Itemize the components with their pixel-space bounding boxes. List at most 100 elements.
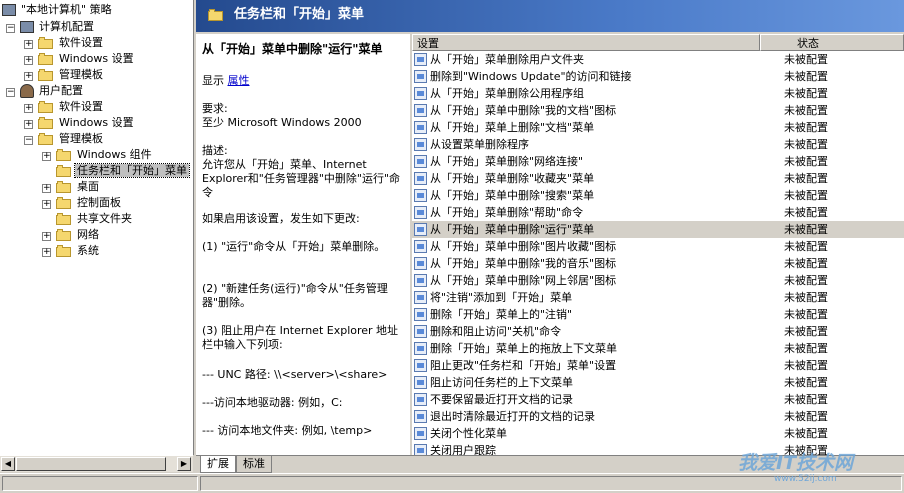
policy-setting-icon: [414, 393, 427, 406]
setting-state: 未被配置: [784, 291, 828, 304]
policy-setting-icon: [414, 172, 427, 185]
expand-icon[interactable]: +: [24, 104, 33, 113]
setting-row[interactable]: 从「开始」菜单中删除"我的音乐"图标 未被配置: [412, 255, 904, 272]
setting-state: 未被配置: [784, 240, 828, 253]
expand-icon[interactable]: +: [42, 184, 51, 193]
tree-root[interactable]: "本地计算机" 策略: [2, 2, 114, 18]
tree-item-user-windows-settings[interactable]: Windows 设置: [38, 115, 136, 131]
setting-row[interactable]: 删除和阻止访问"关机"命令 未被配置: [412, 323, 904, 340]
tree-item-system[interactable]: 系统: [56, 243, 101, 259]
column-header-setting[interactable]: 设置: [412, 34, 760, 51]
setting-row[interactable]: 从「开始」菜单中删除"搜索"菜单 未被配置: [412, 187, 904, 204]
setting-row[interactable]: 从「开始」菜单删除用户文件夹 未被配置: [412, 51, 904, 68]
setting-row[interactable]: 阻止更改"任务栏和「开始」菜单"设置 未被配置: [412, 357, 904, 374]
policy-setting-icon: [414, 291, 427, 304]
setting-name: 从「开始」菜单中删除"图片收藏"图标: [430, 240, 617, 253]
setting-row[interactable]: 将"注销"添加到「开始」菜单 未被配置: [412, 289, 904, 306]
tree-item-user-config[interactable]: 用户配置: [20, 83, 85, 99]
tab-extended[interactable]: 扩展: [200, 456, 236, 473]
tree-item-user-software-settings[interactable]: 软件设置: [38, 99, 105, 115]
expand-icon[interactable]: +: [24, 72, 33, 81]
policy-setting-icon: [414, 87, 427, 100]
setting-state: 未被配置: [784, 70, 828, 83]
policy-setting-icon: [414, 104, 427, 117]
tab-standard[interactable]: 标准: [236, 456, 272, 473]
policy-setting-icon: [414, 359, 427, 372]
setting-row[interactable]: 删除「开始」菜单上的"注销" 未被配置: [412, 306, 904, 323]
setting-name: 从「开始」菜单删除"帮助"命令: [430, 206, 584, 219]
policy-setting-icon: [414, 189, 427, 202]
tree-item-network[interactable]: 网络: [56, 227, 101, 243]
collapse-icon[interactable]: −: [6, 88, 15, 97]
setting-state: 未被配置: [784, 53, 828, 66]
folder-icon: [38, 117, 54, 129]
setting-name: 删除和阻止访问"关机"命令: [430, 325, 562, 338]
setting-row[interactable]: 从「开始」菜单删除"帮助"命令 未被配置: [412, 204, 904, 221]
tree-item-shared-folders[interactable]: 共享文件夹: [56, 211, 134, 227]
watermark-logo: 我爱IT技术网: [738, 452, 854, 474]
setting-state: 未被配置: [784, 410, 828, 423]
tree-item-computer-config[interactable]: 计算机配置: [20, 19, 96, 35]
settings-list[interactable]: 设置 状态 从「开始」菜单删除用户文件夹 未被配置 删除到"Windows Upda…: [412, 34, 904, 455]
tree-item-desktop[interactable]: 桌面: [56, 179, 101, 195]
setting-row[interactable]: 从「开始」菜单删除公用程序组 未被配置: [412, 85, 904, 102]
setting-row[interactable]: 从「开始」菜单中删除"图片收藏"图标 未被配置: [412, 238, 904, 255]
expand-icon[interactable]: +: [24, 56, 33, 65]
folder-icon: [38, 53, 54, 65]
setting-row[interactable]: 从「开始」菜单中删除"我的文档"图标 未被配置: [412, 102, 904, 119]
setting-name: 退出时清除最近打开的文档的记录: [430, 410, 595, 423]
tree-item-taskbar-start-menu[interactable]: 任务栏和「开始」菜单: [56, 163, 190, 179]
setting-heading: 从「开始」菜单中删除"运行"菜单: [202, 42, 383, 56]
tree-horizontal-scrollbar[interactable]: ◀ ▶: [0, 455, 193, 472]
properties-link[interactable]: 属性: [228, 74, 250, 87]
policy-icon: [2, 4, 16, 16]
expand-icon[interactable]: +: [42, 232, 51, 241]
setting-row[interactable]: 阻止访问任务栏的上下文菜单 未被配置: [412, 374, 904, 391]
expand-icon[interactable]: +: [24, 120, 33, 129]
setting-row[interactable]: 从「开始」菜单删除"网络连接" 未被配置: [412, 153, 904, 170]
setting-row[interactable]: 删除「开始」菜单上的拖放上下文菜单 未被配置: [412, 340, 904, 357]
scroll-left-icon[interactable]: ◀: [1, 457, 15, 471]
expand-icon[interactable]: +: [24, 40, 33, 49]
tree-item-windows-components[interactable]: Windows 组件: [56, 147, 154, 163]
policy-setting-icon: [414, 53, 427, 66]
status-cell: [2, 476, 198, 491]
setting-row[interactable]: 从设置菜单删除程序 未被配置: [412, 136, 904, 153]
tree-item-user-admin-templates[interactable]: 管理模板: [38, 131, 105, 147]
show-label: 显示: [202, 74, 224, 87]
setting-state: 未被配置: [784, 308, 828, 321]
setting-row[interactable]: 不要保留最近打开文档的记录 未被配置: [412, 391, 904, 408]
expand-icon[interactable]: +: [42, 200, 51, 209]
computer-icon: [20, 21, 34, 33]
column-header-state[interactable]: 状态: [760, 34, 904, 51]
folder-icon: [38, 69, 54, 81]
tree-item-software-settings[interactable]: 软件设置: [38, 35, 105, 51]
setting-row[interactable]: 从「开始」菜单删除"收藏夹"菜单 未被配置: [412, 170, 904, 187]
tree-item-admin-templates[interactable]: 管理模板: [38, 67, 105, 83]
policy-tree[interactable]: "本地计算机" 策略 − 计算机配置 + 软件设置 + Windows 设置 +…: [0, 0, 194, 455]
collapse-icon[interactable]: −: [24, 136, 33, 145]
description-para5: --- UNC 路径: \\<server>\<share>: [202, 368, 388, 381]
collapse-icon[interactable]: −: [6, 24, 15, 33]
setting-row[interactable]: 退出时清除最近打开的文档的记录 未被配置: [412, 408, 904, 425]
setting-row[interactable]: 删除到"Windows Update"的访问和链接 未被配置: [412, 68, 904, 85]
show-properties-line: 显示 属性: [202, 74, 402, 88]
tree-item-control-panel[interactable]: 控制面板: [56, 195, 123, 211]
setting-name: 将"注销"添加到「开始」菜单: [430, 291, 573, 304]
setting-state: 未被配置: [784, 274, 828, 287]
description-panel: 从「开始」菜单中删除"运行"菜单 显示 属性 要求: 至少 Microsoft …: [196, 34, 410, 455]
scroll-right-icon[interactable]: ▶: [177, 457, 191, 471]
requirements-value: 至少 Microsoft Windows 2000: [202, 116, 362, 129]
policy-setting-icon: [414, 257, 427, 270]
expand-icon[interactable]: +: [42, 248, 51, 257]
folder-icon: [56, 229, 72, 241]
setting-row[interactable]: 从「开始」菜单中删除"网上邻居"图标 未被配置: [412, 272, 904, 289]
setting-row[interactable]: 从「开始」菜单上删除"文档"菜单 未被配置: [412, 119, 904, 136]
scroll-thumb[interactable]: [16, 457, 166, 471]
tree-item-windows-settings[interactable]: Windows 设置: [38, 51, 136, 67]
setting-row[interactable]: 关闭个性化菜单 未被配置: [412, 425, 904, 442]
setting-state: 未被配置: [784, 342, 828, 355]
policy-setting-icon: [414, 206, 427, 219]
expand-icon[interactable]: +: [42, 152, 51, 161]
setting-row[interactable]: 从「开始」菜单中删除"运行"菜单 未被配置: [412, 221, 904, 238]
